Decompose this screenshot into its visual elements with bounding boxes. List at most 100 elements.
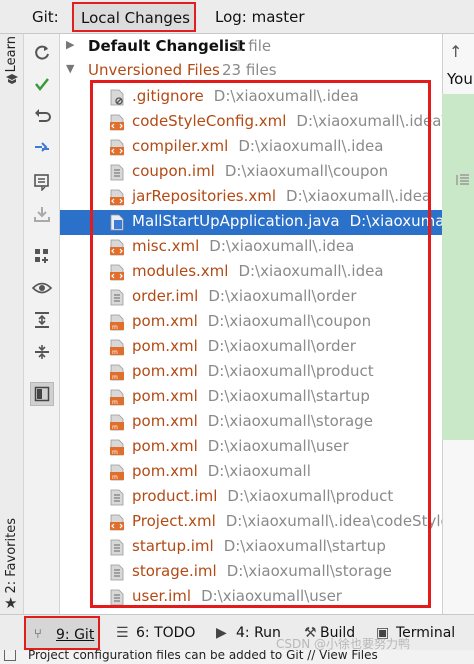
file-name: MallStartUpApplication.javaD:\xiaoxumall…	[132, 212, 442, 230]
xml-file-icon	[110, 239, 124, 256]
file-path: D:\xiaoxumall\	[349, 212, 442, 230]
file-path: D:\xiaoxumall\storage	[207, 412, 373, 430]
learn-tab[interactable]: Learn	[4, 36, 19, 72]
status-text: Project configuration files can be added…	[28, 650, 378, 662]
file-row[interactable]: product.iml D:\xiaoxumall\product	[60, 485, 442, 510]
chevron-right-icon[interactable]: ▶	[66, 38, 74, 51]
changes-tree: ▶ Default Changelist 1 file ▼ Unversione…	[60, 34, 442, 614]
file-row[interactable]: misc.xml D:\xiaoxumall\.idea	[60, 235, 442, 260]
file-row[interactable]: .gitignore D:\xiaoxumall\.idea	[60, 85, 442, 110]
pom-file-icon: m	[110, 464, 124, 481]
file-row[interactable]: Project.xml D:\xiaoxumall\.idea\codeStyle…	[60, 510, 442, 535]
changelist-default[interactable]: ▶ Default Changelist 1 file	[60, 35, 442, 60]
todo-list-icon: ☰	[116, 625, 129, 641]
diff-lines-icon	[456, 172, 470, 186]
file-path: D:\xiaoxumall\order	[208, 287, 357, 305]
show-diff-icon[interactable]	[30, 136, 54, 160]
bottom-tab-run[interactable]: 4: Run	[236, 625, 281, 641]
xml-file-icon	[110, 139, 124, 156]
chevron-down-icon[interactable]: ▼	[66, 62, 74, 75]
file-row[interactable]: user.iml D:\xiaoxumall\user	[60, 585, 442, 610]
unversioned-files-node[interactable]: ▼ Unversioned Files 23 files	[60, 59, 442, 84]
svg-text:m: m	[112, 324, 118, 331]
file-row[interactable]: modules.xml D:\xiaoxumall\.idea	[60, 260, 442, 285]
file-row[interactable]: codeStyleConfig.xml D:\xiaoxumall\.idea\c	[60, 110, 442, 135]
bottom-tab-git[interactable]: ⑂ 9: Git	[24, 616, 100, 650]
file-row[interactable]: m pom.xml D:\xiaoxumall	[60, 460, 442, 485]
unversioned-files-count: 23 files	[222, 61, 277, 79]
svg-text:m: m	[112, 399, 118, 406]
unversioned-files-label: Unversioned Files	[88, 61, 220, 79]
file-row[interactable]: coupon.iml D:\xiaoxumall\coupon	[60, 160, 442, 185]
pom-file-icon: m	[110, 439, 124, 456]
preview-diff-toggle-icon[interactable]	[30, 382, 54, 406]
commit-check-icon[interactable]	[30, 72, 54, 96]
view-options-eye-icon[interactable]	[30, 276, 54, 300]
run-icon: ▶	[216, 625, 227, 641]
arrow-up-icon[interactable]: ↑	[449, 42, 462, 61]
bottom-tab-git-label: 9: Git	[56, 627, 95, 643]
iml-file-icon	[110, 589, 124, 606]
right-panel-text: You	[447, 70, 473, 88]
git-branch-icon: ⑂	[34, 627, 42, 642]
file-row[interactable]: MallStartUpApplication.javaD:\xiaoxumall…	[60, 210, 442, 235]
file-row[interactable]: order.iml D:\xiaoxumall\order	[60, 285, 442, 310]
file-path: D:\xiaoxumall\coupon	[224, 162, 389, 180]
status-checkbox-icon[interactable]	[4, 650, 16, 661]
file-row[interactable]: startup.iml D:\xiaoxumall\startup	[60, 535, 442, 560]
file-path: D:\xiaoxumall\.idea	[238, 262, 384, 280]
file-name: jarRepositories.xml D:\xiaoxumall\.idea	[132, 187, 432, 205]
favorites-star-icon: ★	[4, 594, 18, 612]
file-path: D:\xiaoxumall\user	[201, 587, 342, 605]
file-name: codeStyleConfig.xml D:\xiaoxumall\.idea\c	[132, 112, 442, 130]
file-name: pom.xml D:\xiaoxumall	[132, 462, 311, 480]
file-row[interactable]: storage.iml D:\xiaoxumall\storage	[60, 560, 442, 585]
file-path: D:\xiaoxumall\product	[207, 362, 374, 380]
favorites-tab[interactable]: 2: Favorites	[4, 518, 19, 594]
changelist-icon[interactable]	[30, 170, 54, 194]
tab-local-changes[interactable]: Local Changes	[72, 2, 196, 32]
xml-file-icon	[110, 264, 124, 281]
file-path: D:\xiaoxumall\.idea	[209, 237, 355, 255]
bottom-tab-todo[interactable]: 6: TODO	[136, 625, 195, 641]
rollback-icon[interactable]	[30, 104, 54, 128]
tab-log[interactable]: Log: master	[215, 8, 305, 26]
iml-file-icon	[110, 564, 124, 581]
git-label: Git:	[32, 8, 59, 26]
file-name: Project.xml D:\xiaoxumall\.idea\codeStyle…	[132, 512, 442, 530]
file-name: pom.xml D:\xiaoxumall\product	[132, 362, 374, 380]
file-row[interactable]: compiler.xml D:\xiaoxumall\.idea	[60, 135, 442, 160]
file-name: coupon.iml D:\xiaoxumall\coupon	[132, 162, 389, 180]
java-file-icon	[110, 214, 124, 231]
file-path: D:\xiaoxumall\.idea	[238, 137, 384, 155]
xml-file-icon	[110, 189, 124, 206]
file-name: product.iml D:\xiaoxumall\product	[132, 487, 394, 505]
collapse-all-icon[interactable]	[30, 340, 54, 364]
file-name: startup.iml D:\xiaoxumall\startup	[132, 537, 386, 555]
file-row[interactable]: m pom.xml D:\xiaoxumall\storage	[60, 410, 442, 435]
svg-text:m: m	[112, 349, 118, 356]
file-row[interactable]: m pom.xml D:\xiaoxumall\product	[60, 360, 442, 385]
iml-file-icon	[110, 489, 124, 506]
file-row[interactable]: jarRepositories.xml D:\xiaoxumall\.idea	[60, 185, 442, 210]
file-name: compiler.xml D:\xiaoxumall\.idea	[132, 137, 384, 155]
file-row[interactable]: m pom.xml D:\xiaoxumall\user	[60, 435, 442, 460]
tool-window-bottom-bar: ⑂ 9: Git ☰ 6: TODO ▶ 4: Run ⚒ Build ▣ Te…	[0, 614, 474, 651]
file-row[interactable]: m pom.xml D:\xiaoxumall\startup	[60, 385, 442, 410]
svg-text:m: m	[112, 474, 118, 481]
refresh-icon[interactable]	[30, 40, 54, 64]
iml-file-icon	[110, 289, 124, 306]
xml-file-icon	[110, 514, 124, 531]
gitignore-file-icon	[110, 89, 124, 106]
shelve-icon[interactable]	[30, 202, 54, 226]
expand-all-icon[interactable]	[30, 308, 54, 332]
file-path: D:\xiaoxumall	[207, 462, 311, 480]
svg-text:m: m	[112, 374, 118, 381]
iml-file-icon	[110, 539, 124, 556]
file-row[interactable]: m pom.xml D:\xiaoxumall\order	[60, 335, 442, 360]
group-by-icon[interactable]	[30, 244, 54, 268]
tab-local-changes-label: Local Changes	[81, 9, 190, 27]
file-name: order.iml D:\xiaoxumall\order	[132, 287, 357, 305]
file-row[interactable]: m pom.xml D:\xiaoxumall\coupon	[60, 310, 442, 335]
svg-text:m: m	[112, 424, 118, 431]
